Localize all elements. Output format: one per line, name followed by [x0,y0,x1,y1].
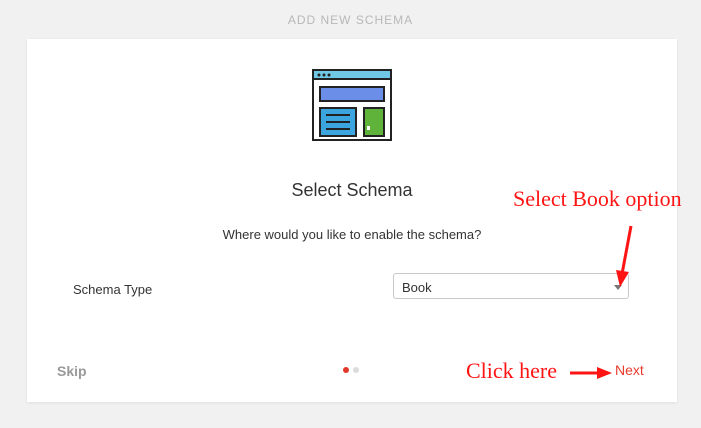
chevron-down-icon [614,285,622,290]
schema-type-select[interactable]: Book [393,273,629,299]
step-dot-inactive [353,367,359,373]
next-button[interactable]: Next [615,362,644,378]
wizard-card: Select Schema Where would you like to en… [27,39,677,402]
annotation-select-hint: Select Book option [513,186,682,211]
step-indicator [343,367,363,373]
webpage-layout-icon [312,69,392,141]
schema-type-selected-value: Book [402,280,432,295]
step-dot-active [343,367,349,373]
page: ADD NEW SCHEMA Select Schema Where would… [0,0,701,428]
schema-subtitle: Where would you like to enable the schem… [222,227,482,242]
page-title: ADD NEW SCHEMA [287,13,414,27]
annotation-click-hint: Click here [466,358,558,383]
schema-type-label: Schema Type [73,282,153,297]
skip-button[interactable]: Skip [57,363,87,379]
